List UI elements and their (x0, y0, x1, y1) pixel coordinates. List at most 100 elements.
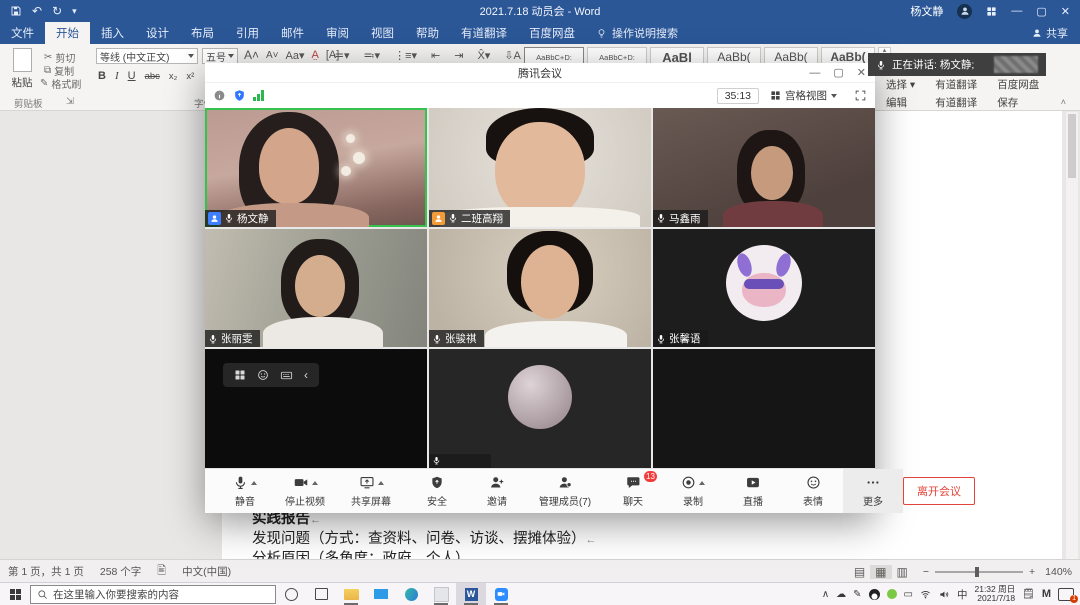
web-layout-icon[interactable]: ▥ (892, 565, 913, 579)
collapse-ribbon-icon[interactable]: ˄ (1061, 97, 1066, 107)
tab-file[interactable]: 文件 (0, 22, 45, 44)
zoom-slider[interactable] (935, 571, 1023, 573)
video-cell[interactable] (429, 349, 651, 468)
close-button[interactable]: ✕ (1061, 5, 1070, 18)
scrollbar-thumb[interactable] (1068, 114, 1076, 178)
stop-video-button[interactable]: 停止视频 (275, 469, 335, 513)
reactions-button[interactable]: 表情 (783, 469, 843, 513)
wifi-icon[interactable] (920, 589, 931, 600)
meeting-close-icon[interactable]: ✕ (857, 66, 866, 79)
page-indicator[interactable]: 第 1 页，共 1 页 (0, 564, 84, 579)
account-avatar[interactable] (957, 4, 972, 19)
tab-mailings[interactable]: 邮件 (270, 22, 315, 44)
collapse-chevron-icon[interactable]: ‹ (304, 368, 308, 382)
start-button[interactable] (0, 589, 30, 600)
minimize-button[interactable]: — (1011, 5, 1022, 17)
youdao-translate-button[interactable]: 有道翻译 (935, 77, 977, 92)
tab-home[interactable]: 开始 (45, 22, 90, 44)
bold-button[interactable]: B (98, 70, 106, 82)
cloud-icon[interactable]: ☁ (836, 589, 846, 600)
tab-help[interactable]: 帮助 (405, 22, 450, 44)
taskbar-photos[interactable] (426, 583, 456, 605)
video-cell[interactable]: 杨文静 (205, 108, 427, 227)
task-view-button[interactable] (306, 583, 336, 605)
taskbar-tencent-meeting[interactable] (486, 583, 516, 605)
proofing-icon[interactable]: 🖹 (157, 562, 166, 581)
network-signal-icon[interactable] (253, 90, 264, 101)
layout-icon[interactable] (234, 369, 246, 381)
undo-icon[interactable]: ↶ (32, 4, 42, 18)
action-center-icon[interactable]: 1 (1058, 588, 1074, 601)
tab-youdao-translate[interactable]: 有道翻译 (450, 22, 518, 44)
video-cell[interactable]: 马鑫雨 (653, 108, 875, 227)
qq-icon[interactable] (869, 589, 880, 600)
grid-view-button[interactable]: 宫格视图 (766, 88, 841, 103)
vertical-scrollbar[interactable] (1066, 112, 1078, 559)
keyboard-icon[interactable] (280, 369, 293, 382)
tab-review[interactable]: 审阅 (315, 22, 360, 44)
volume-icon[interactable] (938, 589, 950, 600)
leave-meeting-button[interactable]: 离开会议 (903, 477, 975, 505)
caret-up-icon[interactable] (699, 481, 705, 485)
italic-button[interactable]: I (115, 70, 119, 82)
restore-button[interactable]: ▢ (1036, 5, 1046, 18)
superscript-button[interactable]: x² (186, 71, 194, 82)
subscript-button[interactable]: x₂ (169, 71, 177, 82)
save-icon[interactable] (10, 5, 22, 17)
phonetic-guide-icon[interactable]: A̤ (312, 49, 319, 61)
baidu-netdisk-button[interactable]: 百度网盘 (997, 77, 1039, 92)
zoom-out-icon[interactable]: − (923, 566, 929, 578)
caret-up-icon[interactable] (312, 481, 318, 485)
tab-references[interactable]: 引用 (225, 22, 270, 44)
grow-font-icon[interactable]: A˄ (244, 48, 259, 62)
zoom-slider-thumb[interactable] (975, 567, 979, 577)
clock[interactable]: 21:32 周日 2021/7/18 (974, 585, 1015, 603)
tab-design[interactable]: 设计 (135, 22, 180, 44)
change-case-icon[interactable]: Aa▾ (286, 49, 305, 62)
dictionary-icon[interactable]: M (1042, 588, 1051, 600)
font-name-combo[interactable]: 等线 (中文正文) (96, 48, 198, 64)
taskbar-edge[interactable] (396, 583, 426, 605)
emoji-icon[interactable] (257, 369, 269, 381)
notes-icon[interactable]: 🗒 (1022, 589, 1035, 600)
ime-indicator[interactable]: 中 (957, 587, 968, 602)
taskbar-mail[interactable] (366, 583, 396, 605)
decrease-indent-icon[interactable]: ⇤ (428, 49, 443, 62)
caret-up-icon[interactable] (378, 481, 384, 485)
sort-icon[interactable]: ⇩A (501, 49, 524, 62)
clipboard-dialog-launcher[interactable]: ⇲ (66, 96, 74, 107)
redo-icon[interactable]: ↻ (52, 4, 62, 18)
tab-view[interactable]: 视图 (360, 22, 405, 44)
underline-button[interactable]: U (128, 70, 136, 82)
tab-layout[interactable]: 布局 (180, 22, 225, 44)
read-mode-icon[interactable]: ▤ (849, 565, 870, 579)
chat-button[interactable]: 13 聊天 (603, 469, 663, 513)
account-name[interactable]: 杨文静 (910, 3, 943, 19)
meeting-protect-icon[interactable] (233, 89, 246, 102)
print-layout-icon[interactable]: ▦ (870, 565, 891, 579)
antivirus-icon[interactable] (887, 589, 897, 599)
ribbon-display-options-icon[interactable] (986, 6, 997, 17)
live-button[interactable]: 直播 (723, 469, 783, 513)
baidu-save-button[interactable]: 保存 (997, 95, 1039, 110)
language-indicator[interactable]: 中文(中国) (182, 564, 231, 579)
video-cell[interactable]: 二班高翔 (429, 108, 651, 227)
tab-insert[interactable]: 插入 (90, 22, 135, 44)
cortana-button[interactable] (276, 583, 306, 605)
zoom-level[interactable]: 140% (1045, 566, 1072, 578)
meeting-maximize-icon[interactable]: ▢ (833, 66, 843, 79)
video-cell[interactable]: 张骏祺 (429, 229, 651, 348)
strikethrough-button[interactable]: abc (145, 71, 160, 82)
video-cell[interactable]: 张丽雯 (205, 229, 427, 348)
invite-button[interactable]: 邀请 (467, 469, 527, 513)
customize-qat-icon[interactable]: ▾ (72, 6, 77, 17)
taskbar-file-explorer[interactable] (336, 583, 366, 605)
tell-me-search[interactable]: 操作说明搜索 (586, 22, 688, 44)
meeting-titlebar[interactable]: 腾讯会议 — ▢ ✕ (205, 63, 875, 83)
format-painter-button[interactable]: ✎格式刷 (40, 76, 81, 91)
shrink-font-icon[interactable]: A˅ (266, 50, 279, 61)
select-button[interactable]: 选择 ▾ (886, 77, 915, 92)
word-count[interactable]: 258 个字 (100, 564, 141, 579)
zoom-in-icon[interactable]: + (1029, 566, 1035, 578)
meeting-info-icon[interactable] (213, 89, 226, 102)
